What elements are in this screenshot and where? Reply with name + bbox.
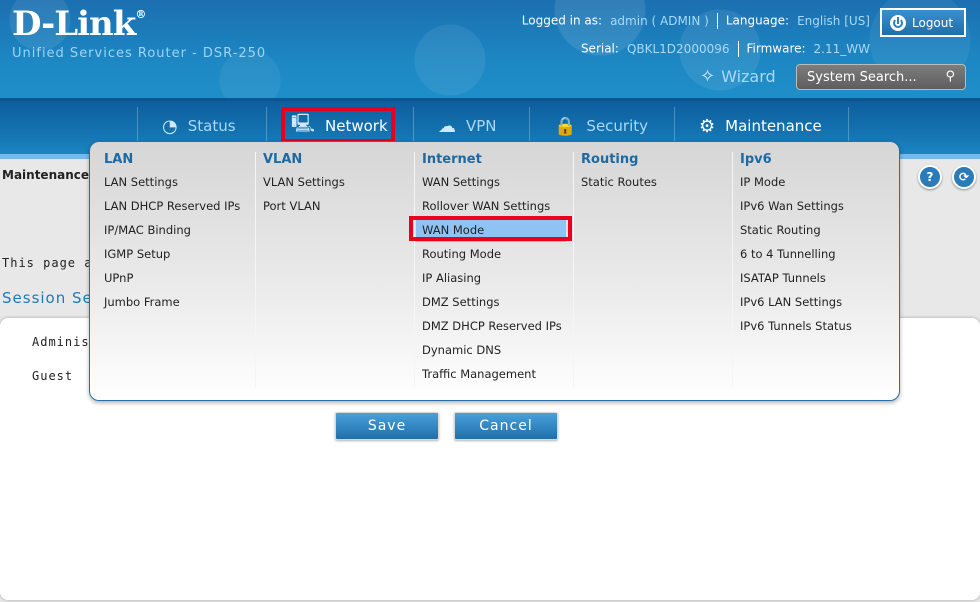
nav-vpn[interactable]: ☁ VPN [413, 107, 497, 145]
network-highlight-box [281, 107, 395, 143]
menu-item[interactable]: IP/MAC Binding [104, 218, 255, 242]
menu-item[interactable]: LAN Settings [104, 170, 255, 194]
system-search-input[interactable]: System Search... ⚲ [796, 64, 966, 90]
menu-item[interactable]: VLAN Settings [263, 170, 414, 194]
menu-item[interactable]: IPv6 Tunnels Status [740, 314, 890, 338]
login-info: Logged in as: admin ( ADMIN ) Language: Eng… [522, 13, 870, 29]
logged-in-user: admin ( ADMIN ) [610, 13, 709, 28]
product-subtitle: Unified Services Router - DSR-250 [12, 46, 267, 61]
brand-name: D-Link [12, 4, 136, 44]
menu-column-ipv6: Ipv6 IP Mode IPv6 Wan Settings Static Ro… [740, 152, 890, 387]
menu-item[interactable]: UPnP [104, 266, 255, 290]
menu-item[interactable]: IP Mode [740, 170, 890, 194]
menu-heading: Internet [422, 152, 482, 167]
divider [737, 41, 739, 57]
menu-item[interactable]: IPv6 Wan Settings [740, 194, 890, 218]
save-button[interactable]: Save [335, 412, 439, 440]
logged-in-label: Logged in as: [521, 13, 603, 28]
serial-value: QBKL1D2000096 [626, 41, 730, 56]
firmware-label: Firmware: [746, 41, 806, 56]
divider [716, 13, 718, 29]
refresh-button[interactable]: ⟳ [952, 165, 976, 189]
menu-item[interactable]: Dynamic DNS [422, 338, 573, 362]
menu-item[interactable]: IGMP Setup [104, 242, 255, 266]
nav-label: Maintenance [725, 117, 822, 135]
serial-label: Serial: [580, 41, 619, 56]
wizard-link[interactable]: ✧ Wizard [700, 66, 776, 87]
menu-item[interactable]: DMZ DHCP Reserved IPs [422, 314, 573, 338]
help-icon: ? [926, 170, 934, 184]
menu-item[interactable]: IPv6 LAN Settings [740, 290, 890, 314]
field-label-guest: Guest [32, 369, 74, 383]
network-dropdown-menu: LAN LAN Settings LAN DHCP Reserved IPs I… [89, 141, 900, 401]
nav-label: VPN [466, 117, 497, 135]
menu-item[interactable]: Traffic Management [422, 362, 573, 386]
firmware-value: 2.11_WW [813, 41, 870, 56]
menu-item[interactable]: Port VLAN [263, 194, 414, 218]
search-placeholder: System Search... [807, 70, 917, 85]
nav-maintenance[interactable]: ⚙ Maintenance [674, 107, 849, 145]
language-select[interactable]: English [US] [797, 14, 870, 28]
menu-item[interactable]: Jumbo Frame [104, 290, 255, 314]
menu-item[interactable]: Static Routes [581, 170, 732, 194]
menu-item[interactable]: Routing Mode [422, 242, 573, 266]
search-icon[interactable]: ⚲ [945, 69, 955, 84]
cancel-button[interactable]: Cancel [454, 412, 558, 440]
menu-item[interactable]: DMZ Settings [422, 290, 573, 314]
refresh-icon: ⟳ [958, 170, 970, 184]
gauge-icon: ◔ [162, 115, 178, 137]
dlink-logo: D-Link® [12, 4, 146, 44]
logout-button[interactable]: Logout [880, 8, 966, 37]
padlock-icon: 🔒 [554, 115, 577, 137]
menu-heading: Routing [581, 152, 639, 167]
language-label: Language: [725, 13, 790, 28]
menu-item[interactable]: 6 to 4 Tunnelling [740, 242, 890, 266]
menu-column-routing: Routing Static Routes [581, 152, 733, 387]
nav-label: Security [586, 117, 649, 135]
section-title: Session Set [2, 289, 100, 307]
menu-item[interactable]: WAN Settings [422, 170, 573, 194]
nav-label: Status [187, 117, 236, 135]
menu-item[interactable]: IP Aliasing [422, 266, 573, 290]
menu-heading: LAN [104, 152, 134, 167]
menu-item[interactable]: Rollover WAN Settings [422, 194, 573, 218]
help-button[interactable]: ? [918, 165, 942, 189]
gears-icon: ⚙ [699, 115, 716, 137]
wan-mode-highlight-box [409, 216, 572, 241]
menu-heading: VLAN [263, 152, 303, 167]
cloud-lock-icon: ☁ [438, 115, 456, 137]
logout-label: Logout [912, 15, 954, 30]
nav-security[interactable]: 🔒 Security [529, 107, 648, 145]
device-info: Serial: QBKL1D2000096 Firmware: 2.11_WW [581, 41, 870, 57]
menu-item[interactable]: ISATAP Tunnels [740, 266, 890, 290]
menu-column-vlan: VLAN VLAN Settings Port VLAN [263, 152, 415, 387]
header: D-Link® Unified Services Router - DSR-25… [0, 0, 980, 100]
menu-item[interactable]: Static Routing [740, 218, 890, 242]
breadcrumb-item[interactable]: Maintenance [2, 168, 89, 182]
menu-column-internet: Internet WAN Settings Rollover WAN Setti… [416, 152, 574, 387]
menu-column-lan: LAN LAN Settings LAN DHCP Reserved IPs I… [104, 152, 256, 387]
breadcrumb: Maintenance » [2, 168, 101, 182]
power-icon [890, 14, 906, 31]
registered-mark: ® [135, 8, 146, 21]
menu-heading: Ipv6 [740, 152, 772, 167]
nav-status[interactable]: ◔ Status [137, 107, 236, 145]
wizard-label: Wizard [721, 67, 776, 86]
magic-wand-icon: ✧ [700, 66, 716, 87]
menu-item[interactable]: LAN DHCP Reserved IPs [104, 194, 255, 218]
field-label-administrator: Administ [32, 335, 98, 349]
